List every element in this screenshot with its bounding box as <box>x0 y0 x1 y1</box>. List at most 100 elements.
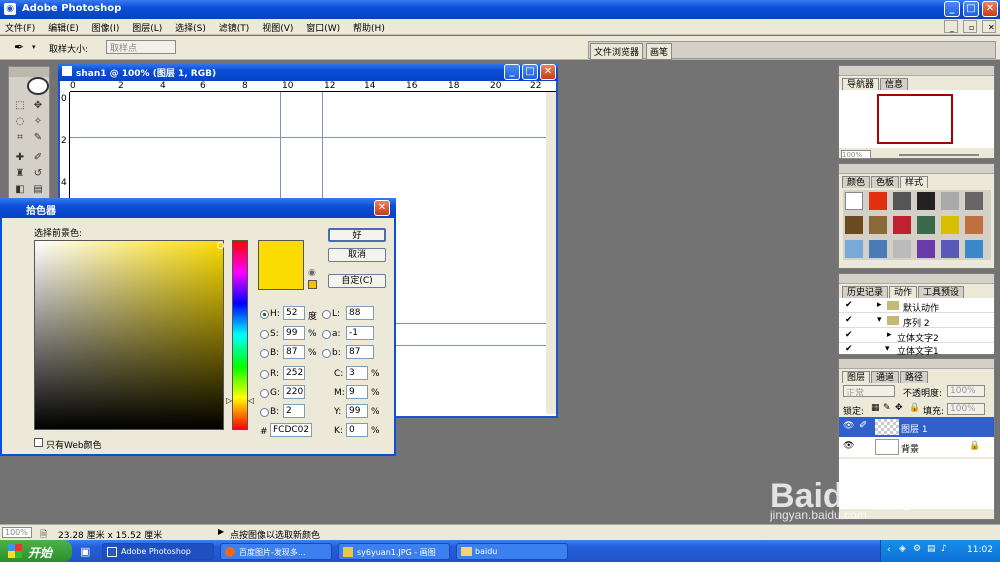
sample-size-select[interactable]: 取样点 <box>106 40 176 54</box>
eyedropper-icon[interactable]: ✒ <box>14 40 24 54</box>
minimize-button[interactable]: _ <box>944 1 960 17</box>
style-swatch[interactable] <box>941 240 959 258</box>
style-swatch[interactable] <box>917 192 935 210</box>
radio-b[interactable] <box>260 349 269 358</box>
eye-icon[interactable]: 👁 <box>843 421 854 431</box>
input-c[interactable]: 3 <box>346 366 368 380</box>
color-field-cursor[interactable] <box>217 242 224 249</box>
tab-tool-presets[interactable]: 工具预设 <box>918 286 965 298</box>
radio-h[interactable] <box>260 310 269 319</box>
radio-r[interactable] <box>260 370 269 379</box>
navigator-view-box[interactable] <box>877 94 953 144</box>
tab-swatches[interactable]: 色板 <box>871 176 900 188</box>
chevron-right-icon[interactable]: ▸ <box>877 300 882 310</box>
hue-arrow-right-icon[interactable]: ◁ <box>248 396 254 405</box>
list-item[interactable]: ✔ ▾ 立体文字1 <box>839 344 994 357</box>
tab-color[interactable]: 颜色 <box>842 176 871 188</box>
check-icon[interactable]: ✔ <box>845 315 853 325</box>
list-item[interactable]: ✔ ▸ 默认动作 <box>839 299 994 314</box>
web-only-checkbox[interactable] <box>34 438 43 447</box>
style-swatch[interactable] <box>845 240 863 258</box>
menu-view[interactable]: 视图(V) <box>257 19 298 34</box>
radio-g[interactable] <box>260 389 269 398</box>
gradient-icon[interactable]: ▤ <box>31 183 45 197</box>
check-icon[interactable]: ✔ <box>845 344 853 354</box>
status-arrow-icon[interactable]: ▶ <box>218 527 224 536</box>
chevron-down-icon[interactable]: ▾ <box>877 315 882 325</box>
fill-input[interactable]: 100% <box>947 403 985 415</box>
lock-position-icon[interactable]: ✥ <box>895 403 903 413</box>
lock-all-icon[interactable]: 🔒 <box>909 403 920 413</box>
input-r[interactable]: 252 <box>283 366 305 380</box>
style-swatch[interactable] <box>869 192 887 210</box>
check-icon[interactable]: ✔ <box>845 300 853 310</box>
tab-actions[interactable]: 动作 <box>889 286 918 298</box>
input-blue[interactable]: 2 <box>283 404 305 418</box>
hue-arrow-left-icon[interactable]: ▷ <box>226 396 232 405</box>
radio-s[interactable] <box>260 330 269 339</box>
opacity-input[interactable]: 100% <box>947 385 985 397</box>
style-swatch[interactable] <box>941 216 959 234</box>
blend-mode-select[interactable]: 正常 <box>843 385 895 399</box>
radio-blue[interactable] <box>260 408 269 417</box>
input-g[interactable]: 220 <box>283 385 305 399</box>
input-m[interactable]: 9 <box>346 385 368 399</box>
style-swatch[interactable] <box>941 192 959 210</box>
custom-button[interactable]: 自定(C) <box>328 274 386 288</box>
ok-button[interactable]: 好 <box>328 228 386 242</box>
navigator-preview[interactable] <box>839 90 994 148</box>
menu-image[interactable]: 图像(I) <box>87 19 125 34</box>
input-lab-b[interactable]: 87 <box>346 345 374 359</box>
menu-help[interactable]: 帮助(H) <box>348 19 390 34</box>
navigator-zoom[interactable]: 100% <box>841 150 871 159</box>
radio-lab-b[interactable] <box>322 349 331 358</box>
menu-edit[interactable]: 编辑(E) <box>43 19 84 34</box>
tab-channels[interactable]: 通道 <box>871 371 900 383</box>
style-swatch[interactable] <box>869 216 887 234</box>
input-y[interactable]: 99 <box>346 404 368 418</box>
menu-filter[interactable]: 滤镜(T) <box>214 19 255 34</box>
tray-app-icon[interactable]: ◈ <box>899 544 906 554</box>
maximize-button[interactable]: □ <box>963 1 979 17</box>
close-button[interactable]: ✕ <box>982 1 998 17</box>
list-item[interactable]: ✔ ▸ 立体文字2 <box>839 329 994 344</box>
menu-layer[interactable]: 图层(L) <box>127 19 167 34</box>
show-desktop-icon[interactable]: ▣ <box>80 545 90 558</box>
style-swatch[interactable] <box>965 216 983 234</box>
tab-navigator[interactable]: 导航器 <box>842 78 880 90</box>
chevron-right-icon[interactable]: ▸ <box>887 330 892 340</box>
start-button[interactable]: 开始 <box>0 540 72 562</box>
slice-icon[interactable]: ✎ <box>31 131 45 145</box>
style-swatch[interactable] <box>917 240 935 258</box>
tray-app-icon[interactable]: ⚙ <box>913 544 921 554</box>
radio-a[interactable] <box>322 330 331 339</box>
tab-info[interactable]: 信息 <box>880 78 909 90</box>
lock-transparent-icon[interactable]: ▦ <box>871 403 880 413</box>
eraser-icon[interactable]: ◧ <box>13 183 27 197</box>
chevron-down-icon[interactable]: ▾ <box>885 344 890 354</box>
lock-image-icon[interactable]: ✎ <box>883 403 891 413</box>
network-icon[interactable]: ▤ <box>927 544 936 554</box>
document-minimize-button[interactable]: _ <box>504 64 520 80</box>
document-maximize-button[interactable]: □ <box>522 64 538 80</box>
tab-styles[interactable]: 样式 <box>900 176 929 188</box>
tab-history[interactable]: 历史记录 <box>842 286 889 298</box>
layer-row[interactable]: 👁 ✐ 图层 1 <box>839 417 994 437</box>
doc-restore-button[interactable]: ▫ <box>963 20 977 33</box>
lasso-icon[interactable]: ◌ <box>13 115 27 129</box>
color-field[interactable] <box>34 240 224 430</box>
style-swatch[interactable] <box>893 240 911 258</box>
input-a[interactable]: -1 <box>346 326 374 340</box>
tray-arrow-icon[interactable]: ‹ <box>887 545 891 555</box>
tab-file-browser[interactable]: 文件浏览器 <box>590 43 644 60</box>
task-browser[interactable]: 百度图片-发现多... <box>220 543 332 560</box>
navigator-zoom-slider[interactable] <box>899 154 979 156</box>
picker-close-button[interactable]: ✕ <box>374 200 390 216</box>
input-s[interactable]: 99 <box>283 326 305 340</box>
radio-l[interactable] <box>322 310 331 319</box>
marquee-icon[interactable]: ⬚ <box>13 99 27 113</box>
style-none-icon[interactable] <box>845 192 863 210</box>
doc-minimize-button[interactable]: _ <box>944 20 958 33</box>
style-swatch[interactable] <box>893 192 911 210</box>
input-h[interactable]: 52 <box>283 306 305 320</box>
